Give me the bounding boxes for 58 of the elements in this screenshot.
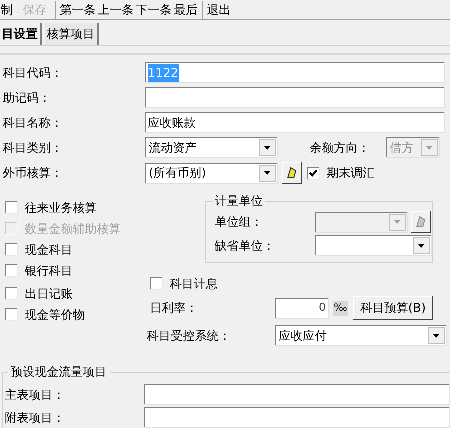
input-field[interactable] — [145, 87, 445, 108]
dropdown[interactable] — [315, 235, 432, 256]
dropdown[interactable]: 应收应付 — [275, 325, 447, 346]
input-field[interactable]: 0 — [275, 298, 329, 318]
caret-icon — [433, 334, 440, 338]
toolbar-button[interactable]: 最后 — [173, 0, 199, 19]
document-icon — [287, 167, 297, 179]
checkbox-label: 期末调汇 — [327, 165, 375, 182]
field-label: 外币核算： — [3, 165, 64, 182]
caret-icon — [264, 171, 271, 175]
checkbox-label: 银行科目 — [25, 262, 73, 280]
document-icon — [416, 216, 426, 228]
input-field[interactable]: 应收账款 — [145, 112, 445, 133]
tab[interactable]: 核算项目 — [45, 23, 99, 45]
dropdown[interactable]: 流动资产 — [145, 137, 278, 158]
checkbox[interactable] — [5, 243, 18, 256]
checkbox-label: 科目计息 — [170, 276, 218, 292]
group-title: 计量单位 — [213, 192, 265, 210]
field-label: 助记码： — [3, 90, 52, 106]
caret-icon — [426, 146, 433, 150]
lookup-button[interactable] — [282, 162, 302, 184]
toolbar-button[interactable]: 第一条 — [59, 0, 97, 19]
field-label: 主表项目： — [5, 386, 66, 404]
unit-label: ‰ — [333, 300, 348, 316]
checkbox-label: 现金科目 — [25, 242, 73, 258]
field-label: 科目受控系统： — [147, 328, 232, 344]
field-label: 单位组： — [215, 214, 264, 231]
field-label: 余额方向： — [310, 140, 371, 156]
caret-icon — [394, 220, 401, 224]
checkbox[interactable] — [5, 308, 18, 321]
group-title: 预设现金流量项目 — [8, 363, 110, 381]
dropdown[interactable]: (所有币别) — [145, 162, 278, 184]
tab[interactable]: 目设置 — [0, 23, 42, 45]
checkbox-label: 数量金额辅助核算 — [25, 220, 121, 238]
checkbox-label: 往来业务核算 — [25, 200, 97, 216]
checkbox-label: 出日记账 — [25, 286, 73, 302]
field-label: 科目类别： — [3, 140, 64, 156]
toolbar-button[interactable]: 制 — [0, 0, 14, 19]
checkbox[interactable] — [307, 166, 320, 180]
caret-icon — [418, 244, 425, 248]
toolbar-button[interactable]: 退出 — [206, 0, 232, 19]
budget-button[interactable]: 科目预算(B) — [353, 296, 434, 320]
field-label: 附表项目： — [5, 410, 66, 426]
field-label: 科目代码： — [3, 64, 64, 82]
field-label: 科目名称： — [3, 114, 64, 132]
checkbox[interactable] — [5, 287, 18, 300]
input-field[interactable] — [144, 384, 450, 405]
toolbar-button[interactable]: 上一条 — [97, 0, 135, 19]
toolbar-button[interactable]: 下一条 — [135, 0, 173, 19]
field-label: 缺省单位： — [215, 238, 276, 254]
check-icon — [309, 169, 318, 177]
checkbox[interactable] — [5, 201, 18, 214]
checkbox-label: 现金等价物 — [25, 306, 85, 324]
checkbox[interactable] — [150, 277, 163, 290]
input-field[interactable] — [144, 407, 450, 428]
field-label: 日利率： — [150, 300, 199, 317]
checkbox[interactable] — [5, 264, 18, 277]
caret-icon — [264, 146, 271, 150]
